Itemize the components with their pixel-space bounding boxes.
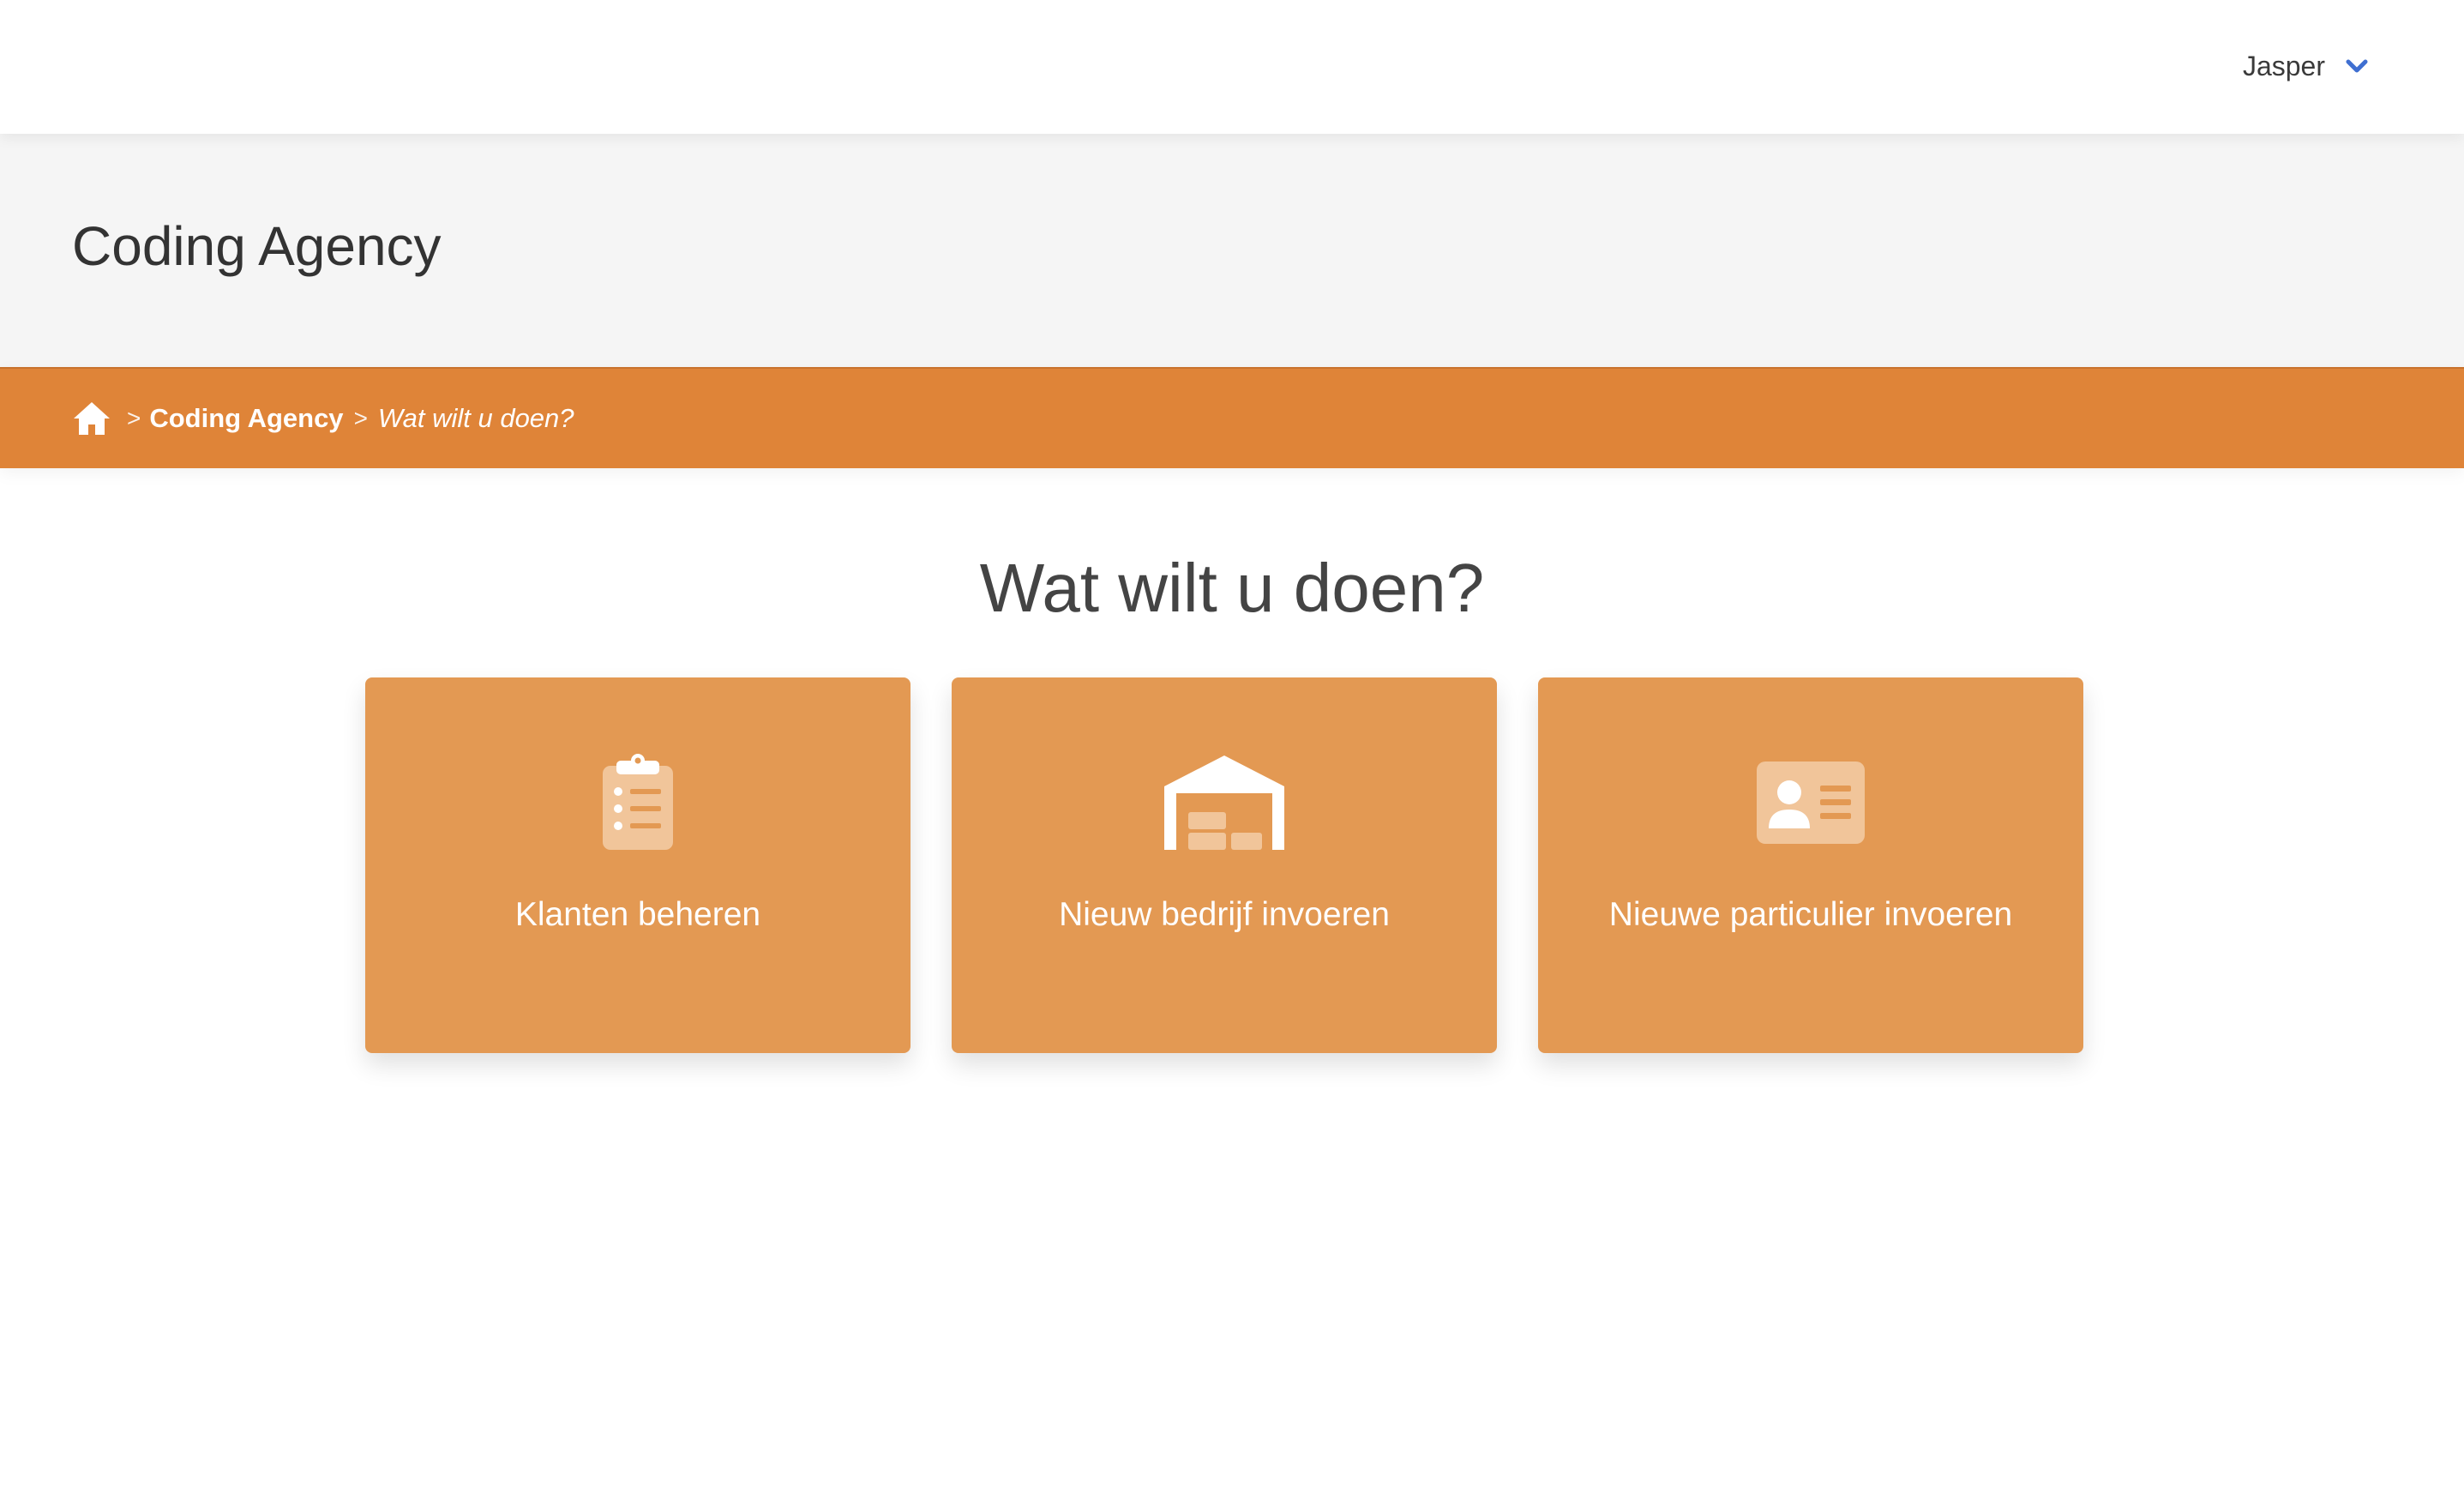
card-label: Klanten beheren [514, 896, 761, 933]
clipboard-list-icon [365, 751, 910, 854]
breadcrumb-separator: > [353, 405, 368, 431]
breadcrumb-link-company[interactable]: Coding Agency [149, 403, 343, 434]
card-label: Nieuw bedrijf invoeren [1059, 896, 1390, 933]
top-bar: Jasper [0, 0, 2464, 134]
chevron-down-icon[interactable] [2344, 53, 2370, 79]
card-klanten-beheren[interactable]: Klanten beheren [365, 677, 910, 1053]
company-header: Coding Agency [0, 134, 2464, 367]
card-nieuw-bedrijf[interactable]: Nieuw bedrijf invoeren [952, 677, 1497, 1053]
id-card-icon [1538, 751, 2083, 854]
card-nieuwe-particulier[interactable]: Nieuwe particulier invoeren [1538, 677, 2083, 1053]
breadcrumb-separator: > [127, 405, 141, 431]
breadcrumb-current: Wat wilt u doen? [377, 403, 574, 433]
warehouse-icon [952, 751, 1497, 854]
card-label: Nieuwe particulier invoeren [1608, 896, 2013, 933]
action-cards: Klanten beheren Nieuw bedrijf invoeren N [365, 677, 2083, 1053]
home-icon[interactable] [72, 400, 111, 436]
breadcrumb: > Coding Agency > Wat wilt u doen? [0, 367, 2464, 468]
user-menu[interactable]: Jasper [2243, 45, 2370, 87]
page-title: Wat wilt u doen? [979, 550, 1485, 626]
company-title: Coding Agency [72, 215, 442, 277]
user-name: Jasper [2242, 50, 2325, 81]
